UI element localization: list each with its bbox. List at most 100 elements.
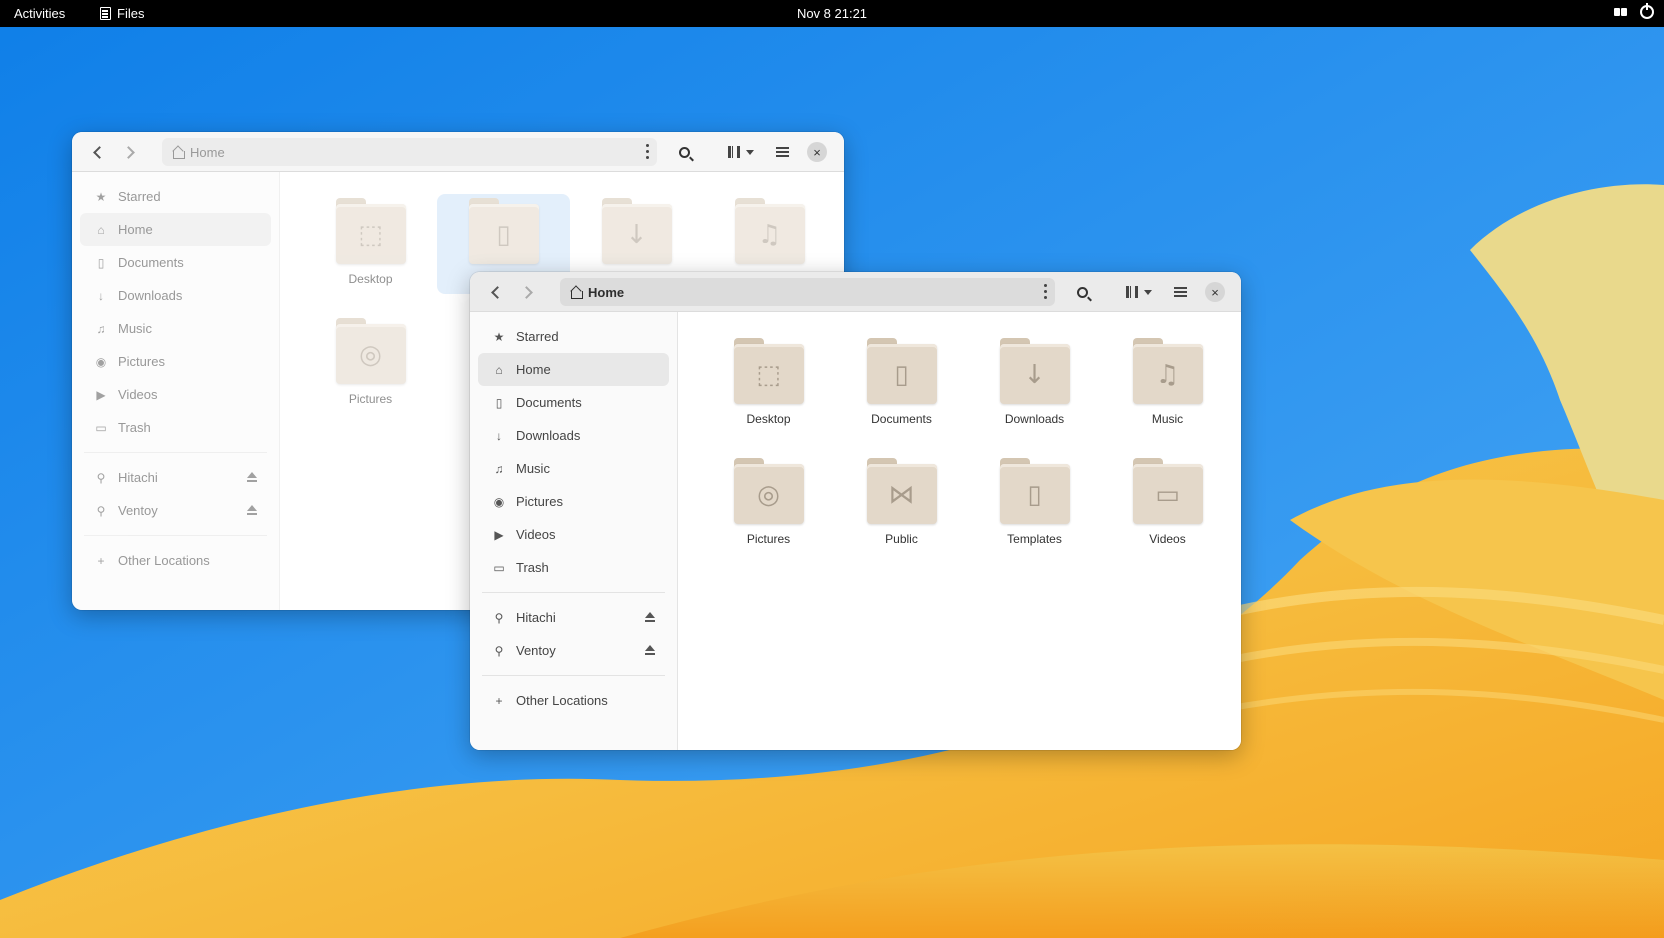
search-button[interactable] xyxy=(670,140,698,164)
sidebar-item-downloads[interactable]: ↓ Downloads xyxy=(80,279,271,312)
sidebar-item-pictures[interactable]: ◉ Pictures xyxy=(478,485,669,518)
chevron-down-icon xyxy=(746,149,754,155)
folder-label: Music xyxy=(1151,412,1184,426)
activities-button[interactable]: Activities xyxy=(14,6,65,21)
power-icon[interactable] xyxy=(1640,3,1654,19)
folder-label: Videos xyxy=(1149,532,1186,546)
path-menu-button[interactable] xyxy=(1044,284,1047,300)
folder-item[interactable]: ⬚ Desktop xyxy=(304,194,437,294)
download-icon: ↓ xyxy=(496,428,502,443)
close-button[interactable]: × xyxy=(807,142,827,162)
folder-item[interactable]: ⬚ Desktop xyxy=(702,334,835,434)
back-button[interactable] xyxy=(484,280,508,304)
video-icon: ▶ xyxy=(494,527,504,542)
sidebar-item-trash[interactable]: ▭ Trash xyxy=(478,551,669,584)
folder-item[interactable]: ▯ Templates xyxy=(968,454,1101,554)
close-button[interactable]: × xyxy=(1205,282,1225,302)
forward-button[interactable] xyxy=(118,140,142,164)
folder-item[interactable]: ◎ Pictures xyxy=(702,454,835,554)
files-window-foreground[interactable]: Home × ★ Starred ⌂ Home ▯ Documents ↓ Downloads… xyxy=(470,272,1241,750)
sidebar-item-other-locations[interactable]: + Other Locations xyxy=(478,684,669,717)
sidebar-item-hitachi[interactable]: ⚲ Hitachi xyxy=(80,461,271,494)
clock-area: Nov 8 21:21 xyxy=(0,6,1664,21)
sidebar-item-music[interactable]: ♫ Music xyxy=(80,312,271,345)
sidebar-item-videos[interactable]: ▶ Videos xyxy=(478,518,669,551)
folder-item[interactable]: ◎ Pictures xyxy=(304,314,437,414)
main-menu-button[interactable] xyxy=(1167,280,1193,304)
camera-icon: ◉ xyxy=(493,494,505,509)
desktop-folder-icon: ⬚ xyxy=(335,198,406,264)
sidebar-item-documents[interactable]: ▯ Documents xyxy=(80,246,271,279)
usb-icon: ⚲ xyxy=(96,470,106,485)
view-mode-button[interactable] xyxy=(1118,280,1160,304)
trash-icon: ▭ xyxy=(493,560,505,575)
sidebar-item-downloads[interactable]: ↓ Downloads xyxy=(478,419,669,452)
folder-item[interactable]: ▭ Videos xyxy=(1101,454,1234,554)
music-folder-icon: ♫ xyxy=(734,198,805,264)
folder-item[interactable]: ▯ Documents xyxy=(835,334,968,434)
path-label: Home xyxy=(190,144,225,160)
file-view[interactable]: ⬚ Desktop ▯ Documents ↓ Downloads ♫ Music ◎ … xyxy=(678,312,1241,750)
pictures-folder-icon: ◎ xyxy=(335,318,406,384)
folder-item[interactable]: ↓ Downloads xyxy=(968,334,1101,434)
back-button[interactable] xyxy=(86,140,110,164)
eject-icon[interactable] xyxy=(247,505,257,515)
search-icon xyxy=(1076,286,1088,298)
path-label: Home xyxy=(588,284,625,300)
folder-item[interactable]: ♫ Music xyxy=(1101,334,1234,434)
sidebar-separator xyxy=(482,592,665,593)
sidebar-item-label: Documents xyxy=(516,395,582,410)
sidebar-item-label: Other Locations xyxy=(516,693,608,708)
path-bar[interactable]: Home xyxy=(162,138,657,166)
sidebar-item-label: Trash xyxy=(118,420,151,435)
eject-icon[interactable] xyxy=(645,645,655,655)
app-menu-button[interactable]: Files xyxy=(100,6,144,21)
view-mode-button[interactable] xyxy=(720,140,762,164)
sidebar-item-starred[interactable]: ★ Starred xyxy=(478,320,669,353)
desktop-folder-icon: ⬚ xyxy=(733,338,804,404)
sidebar-item-hitachi[interactable]: ⚲ Hitachi xyxy=(478,601,669,634)
close-icon: × xyxy=(813,144,821,160)
folder-item[interactable]: ⋈ Public xyxy=(835,454,968,554)
music-icon: ♫ xyxy=(494,461,504,476)
pictures-folder-icon: ◎ xyxy=(733,458,804,524)
main-menu-button[interactable] xyxy=(769,140,795,164)
eject-icon[interactable] xyxy=(247,472,257,482)
home-icon: ⌂ xyxy=(97,222,105,237)
path-menu-button[interactable] xyxy=(646,144,649,160)
sidebar-item-ventoy[interactable]: ⚲ Ventoy xyxy=(478,634,669,667)
video-icon: ▶ xyxy=(96,387,106,402)
usb-icon: ⚲ xyxy=(96,503,106,518)
header-bar: Home × xyxy=(72,132,844,172)
sidebar-item-trash[interactable]: ▭ Trash xyxy=(80,411,271,444)
search-button[interactable] xyxy=(1068,280,1096,304)
path-bar[interactable]: Home xyxy=(560,278,1055,306)
clock[interactable]: Nov 8 21:21 xyxy=(797,6,867,21)
forward-button[interactable] xyxy=(516,280,540,304)
sidebar-item-label: Home xyxy=(118,222,153,237)
downloads-folder-icon: ↓ xyxy=(999,338,1070,404)
sidebar-item-home[interactable]: ⌂ Home xyxy=(80,213,271,246)
eject-icon[interactable] xyxy=(645,612,655,622)
sidebar-item-pictures[interactable]: ◉ Pictures xyxy=(80,345,271,378)
sidebar-item-other-locations[interactable]: + Other Locations xyxy=(80,544,271,577)
sidebar-item-home[interactable]: ⌂ Home xyxy=(478,353,669,386)
sidebar-separator xyxy=(84,452,267,453)
home-icon xyxy=(570,287,583,299)
sidebar-item-label: Other Locations xyxy=(118,553,210,568)
sidebar: ★ Starred ⌂ Home ▯ Documents ↓ Downloads ♫ Music ◉… xyxy=(72,172,280,610)
sidebar-item-starred[interactable]: ★ Starred xyxy=(80,180,271,213)
sidebar-item-videos[interactable]: ▶ Videos xyxy=(80,378,271,411)
music-icon: ♫ xyxy=(96,321,106,336)
videos-folder-icon: ▭ xyxy=(1132,458,1203,524)
network-icon[interactable] xyxy=(1614,6,1628,18)
system-tray[interactable] xyxy=(1614,3,1654,19)
icon-grid: ⬚ Desktop ▯ Documents ↓ Downloads ♫ Music ◎ … xyxy=(702,334,1234,554)
chevron-right-icon xyxy=(122,145,135,159)
sidebar-item-ventoy[interactable]: ⚲ Ventoy xyxy=(80,494,271,527)
usb-icon: ⚲ xyxy=(494,643,504,658)
sidebar-item-documents[interactable]: ▯ Documents xyxy=(478,386,669,419)
sidebar-item-label: Ventoy xyxy=(516,643,556,658)
close-icon: × xyxy=(1211,284,1219,300)
sidebar-item-music[interactable]: ♫ Music xyxy=(478,452,669,485)
